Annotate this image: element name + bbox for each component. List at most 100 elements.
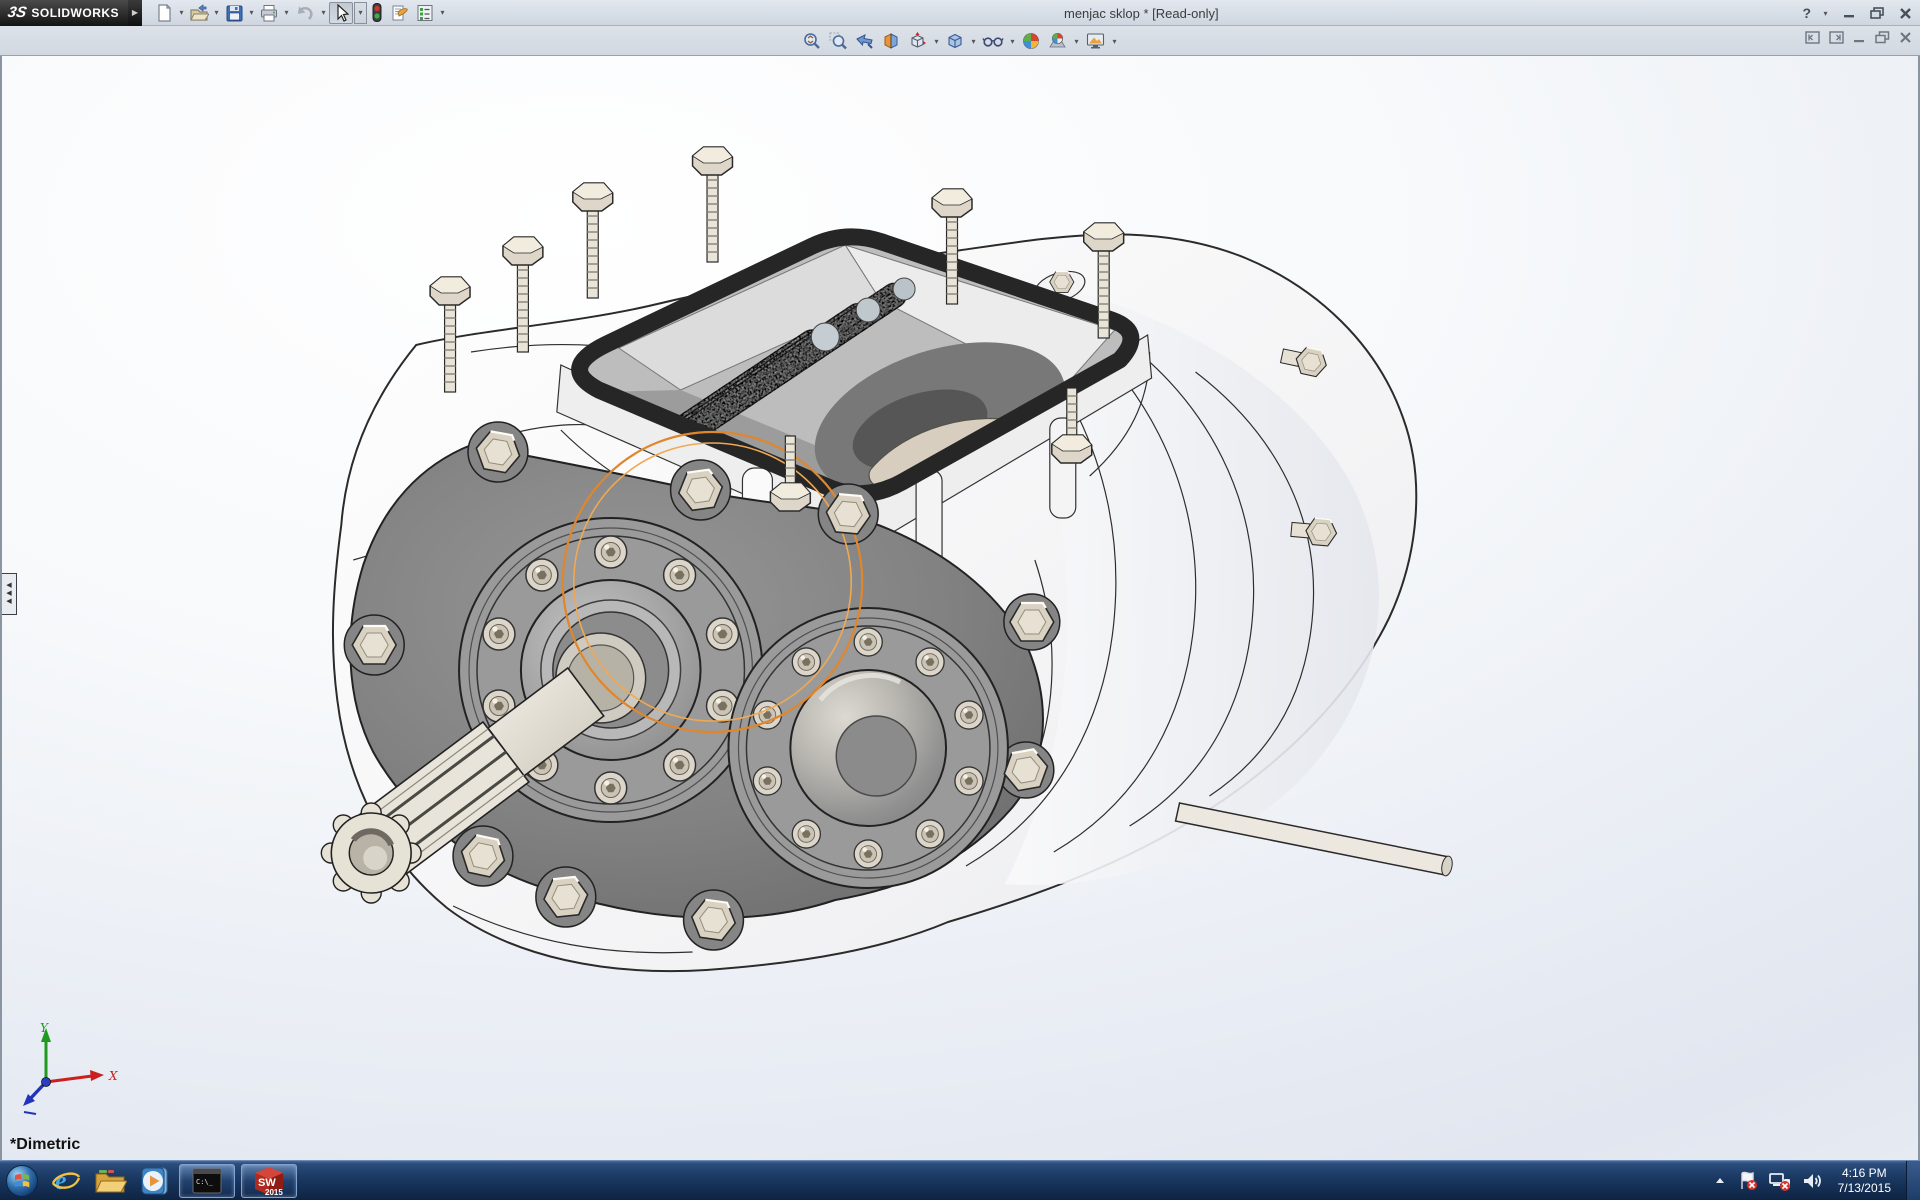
open-folder-icon bbox=[189, 3, 209, 23]
open-dropdown-icon[interactable]: ▾ bbox=[212, 8, 221, 17]
collapse-right-pane-icon[interactable] bbox=[1829, 31, 1844, 44]
select-cursor-icon bbox=[332, 3, 350, 23]
open-button[interactable] bbox=[187, 2, 211, 24]
select-button[interactable] bbox=[329, 2, 353, 24]
brand-name: SOLIDWORKS bbox=[31, 6, 119, 20]
command-prompt-button[interactable]: C:\_ bbox=[179, 1164, 235, 1198]
new-dropdown-icon[interactable]: ▾ bbox=[177, 8, 186, 17]
apply-scene-button[interactable] bbox=[1045, 30, 1070, 52]
display-style-dropdown-icon[interactable]: ▾ bbox=[969, 37, 978, 46]
print-button[interactable] bbox=[257, 2, 281, 24]
view-settings-dropdown-icon[interactable]: ▾ bbox=[1110, 37, 1119, 46]
view-orientation-button[interactable] bbox=[905, 30, 930, 52]
internet-explorer-button[interactable]: e bbox=[44, 1162, 88, 1200]
spline-tip bbox=[321, 803, 421, 903]
windows-taskbar: e C:\_ bbox=[0, 1160, 1920, 1200]
clock-date: 7/13/2015 bbox=[1838, 1181, 1891, 1196]
display-style-button[interactable] bbox=[943, 30, 967, 52]
traffic-light-icon bbox=[370, 2, 384, 23]
previous-view-icon bbox=[854, 31, 875, 51]
collapse-left-pane-icon[interactable] bbox=[1805, 31, 1820, 44]
minimize-button[interactable] bbox=[1840, 3, 1858, 23]
save-button[interactable] bbox=[222, 2, 246, 24]
y-axis-label: Y bbox=[40, 1021, 49, 1035]
help-button[interactable]: ? bbox=[1802, 5, 1811, 21]
restore-button[interactable] bbox=[1868, 3, 1886, 23]
expand-arrow-icon: ◀ bbox=[6, 583, 11, 589]
folder-icon bbox=[93, 1166, 127, 1196]
close-document-icon[interactable] bbox=[1899, 31, 1912, 44]
volume-icon[interactable] bbox=[1801, 1170, 1823, 1192]
x-axis-label: X bbox=[108, 1069, 118, 1083]
headsup-view-toolbar: ▾ ▾ ▾ bbox=[800, 30, 1119, 52]
help-dropdown-icon[interactable]: ▾ bbox=[1821, 9, 1830, 18]
hide-show-items-button[interactable] bbox=[980, 30, 1006, 52]
file-properties-button[interactable] bbox=[387, 2, 412, 24]
print-icon bbox=[259, 3, 279, 23]
media-player-icon bbox=[138, 1165, 170, 1197]
view-toolbar-row: ▾ ▾ ▾ bbox=[0, 26, 1920, 56]
new-document-button[interactable] bbox=[152, 2, 176, 24]
title-bar: 3S SOLIDWORKS ▶ ▾ ▾ bbox=[0, 0, 1920, 26]
new-document-icon bbox=[154, 3, 174, 23]
document-window-controls bbox=[1805, 31, 1912, 44]
featuremanager-collapsed-tab[interactable]: ◀ ◀ ◀ bbox=[2, 573, 17, 615]
expand-arrow-icon: ◀ bbox=[6, 591, 11, 597]
dassault-logo-icon: 3S bbox=[6, 4, 28, 21]
undo-dropdown-icon[interactable]: ▾ bbox=[319, 8, 328, 17]
menu-bar-toolbar: ▾ ▾ ▾ bbox=[152, 2, 447, 24]
display-style-icon bbox=[945, 31, 965, 51]
options-button[interactable] bbox=[413, 2, 437, 24]
view-orientation-dropdown-icon[interactable]: ▾ bbox=[932, 37, 941, 46]
close-button[interactable] bbox=[1896, 3, 1914, 23]
internet-explorer-icon: e bbox=[50, 1165, 82, 1197]
show-hidden-icons-button[interactable] bbox=[1712, 1173, 1728, 1189]
solidworks-window: 3S SOLIDWORKS ▶ ▾ ▾ bbox=[0, 0, 1920, 1200]
view-orientation-label: *Dimetric bbox=[10, 1136, 80, 1154]
save-dropdown-icon[interactable]: ▾ bbox=[247, 8, 256, 17]
options-dropdown-icon[interactable]: ▾ bbox=[438, 8, 447, 17]
undo-icon bbox=[294, 3, 316, 23]
window-title: menjac sklop * [Read-only] bbox=[1064, 0, 1219, 26]
windows-explorer-button[interactable] bbox=[88, 1162, 132, 1200]
eyeglasses-icon bbox=[982, 31, 1004, 51]
right-bearing-flange[interactable] bbox=[728, 608, 1007, 888]
file-properties-icon bbox=[389, 3, 410, 23]
cmd-prompt-text: C:\_ bbox=[196, 1178, 214, 1186]
rebuild-button[interactable] bbox=[368, 2, 386, 24]
apply-scene-icon bbox=[1047, 31, 1068, 51]
options-icon bbox=[415, 3, 435, 23]
start-button[interactable] bbox=[0, 1162, 44, 1200]
network-status-icon[interactable] bbox=[1768, 1170, 1792, 1192]
clock-time: 4:16 PM bbox=[1838, 1166, 1891, 1181]
previous-view-button[interactable] bbox=[852, 30, 877, 52]
taskbar-clock[interactable]: 4:16 PM 7/13/2015 bbox=[1832, 1166, 1897, 1196]
media-player-button[interactable] bbox=[132, 1162, 176, 1200]
restore-document-icon[interactable] bbox=[1875, 31, 1890, 44]
graphics-area[interactable]: ◀ ◀ ◀ *Dimetric Y X bbox=[0, 56, 1920, 1160]
appearance-sphere-icon bbox=[1021, 31, 1041, 51]
zoom-to-fit-button[interactable] bbox=[800, 30, 824, 52]
zoom-to-area-button[interactable] bbox=[826, 30, 850, 52]
reference-triad: Y X bbox=[16, 1020, 126, 1120]
undo-button[interactable] bbox=[292, 2, 318, 24]
x-axis-arrow-icon bbox=[90, 1070, 104, 1081]
show-desktop-button[interactable] bbox=[1906, 1161, 1920, 1200]
section-view-button[interactable] bbox=[879, 30, 903, 52]
action-center-icon[interactable] bbox=[1737, 1170, 1759, 1192]
gearbox-model[interactable] bbox=[2, 56, 1918, 1160]
expand-arrow-icon: ◀ bbox=[6, 599, 11, 605]
hide-show-dropdown-icon[interactable]: ▾ bbox=[1008, 37, 1017, 46]
view-settings-button[interactable] bbox=[1083, 30, 1108, 52]
solidworks-taskbar-button[interactable]: SW 2015 bbox=[241, 1164, 297, 1198]
view-settings-icon bbox=[1085, 31, 1106, 51]
section-view-icon bbox=[881, 31, 901, 51]
select-dropdown-icon[interactable]: ▾ bbox=[354, 2, 367, 24]
apply-scene-dropdown-icon[interactable]: ▾ bbox=[1072, 37, 1081, 46]
sw-year-text: 2015 bbox=[265, 1188, 283, 1197]
menu-flyout-arrow-icon[interactable]: ▶ bbox=[128, 0, 142, 26]
svg-text:e: e bbox=[55, 1166, 67, 1195]
print-dropdown-icon[interactable]: ▾ bbox=[282, 8, 291, 17]
edit-appearance-button[interactable] bbox=[1019, 30, 1043, 52]
minimize-document-icon[interactable] bbox=[1853, 31, 1866, 44]
